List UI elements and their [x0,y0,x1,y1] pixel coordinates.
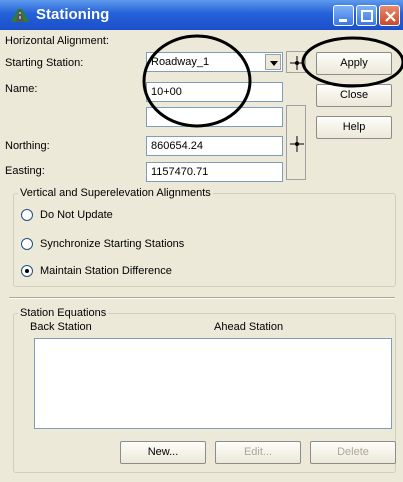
crosshair-icon [290,56,304,70]
apply-button[interactable]: Apply [316,52,392,75]
do-not-update-label: Do Not Update [40,209,113,221]
window-title: Stationing [36,6,110,23]
maximize-button[interactable] [356,5,377,26]
close-icon [385,11,396,22]
divider [9,297,395,299]
radio-maintain-station-difference[interactable] [21,265,33,277]
radio-synchronize-starting-stations[interactable] [21,238,33,250]
new-equation-button[interactable]: New... [120,441,206,464]
minimize-button[interactable] [333,5,354,26]
station-equations-title: Station Equations [18,307,109,319]
easting-label: Easting: [5,165,45,177]
edit-equation-button[interactable]: Edit... [215,441,301,464]
northing-label: Northing: [5,140,50,152]
synchronize-label: Synchronize Starting Stations [40,238,185,250]
pick-alignment-button[interactable] [286,51,306,73]
ahead-station-header: Ahead Station [214,321,284,333]
crosshair-icon [290,136,304,152]
starting-station-value: 10+00 [151,86,182,98]
easting-input[interactable]: 1157470.71 [146,162,283,182]
chevron-down-icon[interactable] [265,54,281,70]
name-input[interactable] [146,107,283,127]
horizontal-alignment-value: Roadway_1 [151,56,210,68]
stationing-dialog: Stationing Horizontal Alignment: Roadway… [0,0,403,482]
close-button[interactable]: Close [316,84,392,107]
horizontal-alignment-label: Horizontal Alignment: [5,35,109,47]
vertical-group-title: Vertical and Superelevation Alignments [18,187,213,199]
back-station-header: Back Station [30,321,92,333]
name-label: Name: [5,83,38,95]
title-bar[interactable]: Stationing [0,0,403,30]
maintain-difference-label: Maintain Station Difference [40,265,172,277]
pick-point-button[interactable] [286,105,306,180]
starting-station-label: Starting Station: [5,57,84,69]
northing-input[interactable]: 860654.24 [146,136,283,156]
help-button[interactable]: Help [316,116,392,139]
road-icon [9,6,31,24]
station-equations-list[interactable] [34,338,392,429]
maximize-icon [361,10,373,22]
radio-do-not-update[interactable] [21,209,33,221]
delete-equation-button[interactable]: Delete [310,441,396,464]
northing-value: 860654.24 [151,140,203,152]
horizontal-alignment-combo[interactable]: Roadway_1 [146,52,283,72]
close-window-button[interactable] [379,5,400,26]
starting-station-input[interactable]: 10+00 [146,82,283,102]
easting-value: 1157470.71 [151,166,209,178]
minimize-icon [339,19,347,22]
